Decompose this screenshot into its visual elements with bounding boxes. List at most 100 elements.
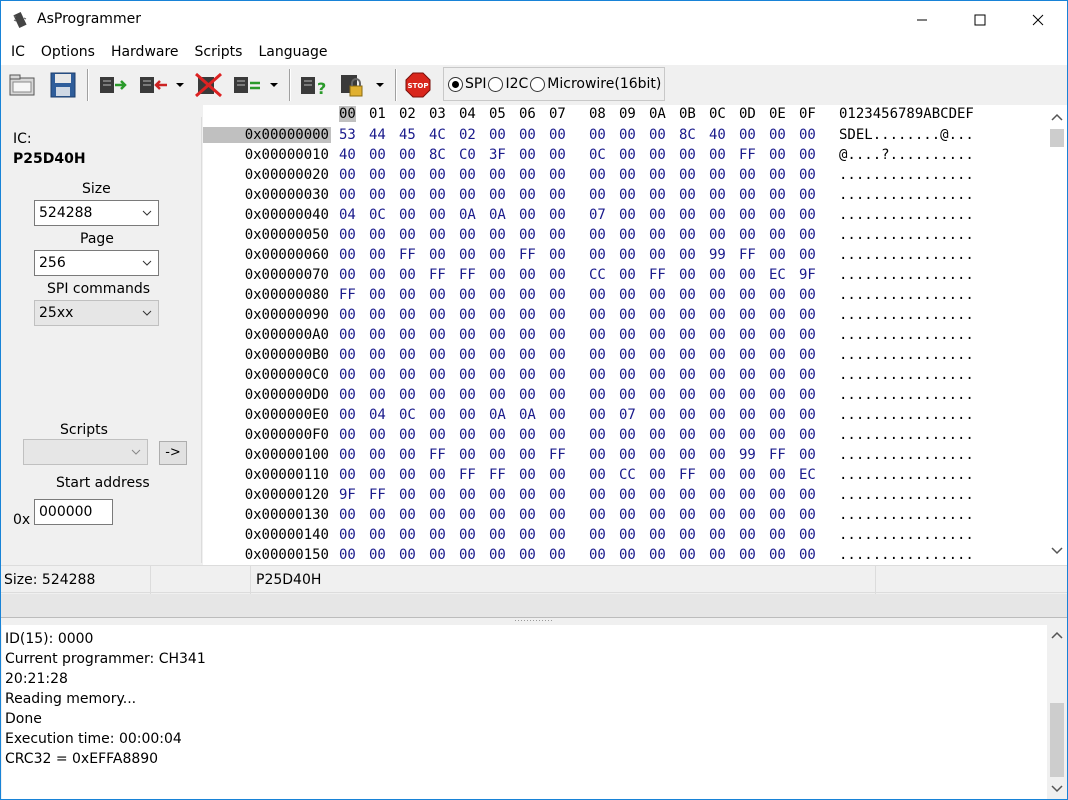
page-select[interactable]: 256	[34, 250, 159, 276]
menu-language[interactable]: Language	[250, 40, 335, 64]
ascii-cell[interactable]: ................	[839, 407, 974, 423]
hex-cell[interactable]: 00	[549, 507, 566, 523]
hex-cell[interactable]: 00	[399, 427, 416, 443]
hex-cell[interactable]: 00	[799, 387, 816, 403]
hex-cell[interactable]: 00	[369, 527, 386, 543]
hex-cell[interactable]: FF	[739, 147, 756, 163]
hex-cell[interactable]: 00	[709, 407, 726, 423]
hex-cell[interactable]: 00	[339, 547, 356, 563]
hex-cell[interactable]: 00	[399, 387, 416, 403]
hex-cell[interactable]: 00	[549, 547, 566, 563]
hex-cell[interactable]: 00	[339, 227, 356, 243]
hex-cell[interactable]: 00	[339, 507, 356, 523]
hex-cell[interactable]: 00	[769, 207, 786, 223]
ascii-cell[interactable]: ................	[839, 267, 974, 283]
hex-cell[interactable]: 00	[769, 127, 786, 143]
hex-cell[interactable]: FF	[769, 447, 786, 463]
radio-microwire[interactable]: Microwire(16bit)	[530, 76, 661, 92]
hex-cell[interactable]: 00	[429, 427, 446, 443]
hex-cell[interactable]: 00	[459, 227, 476, 243]
hex-cell[interactable]: 00	[589, 387, 606, 403]
hex-cell[interactable]: 00	[799, 447, 816, 463]
hex-cell[interactable]: 00	[549, 347, 566, 363]
spi-commands-select[interactable]: 25xx	[34, 300, 159, 326]
hex-cell[interactable]: 00	[489, 447, 506, 463]
hex-cell[interactable]: 00	[739, 127, 756, 143]
hex-cell[interactable]: 00	[399, 227, 416, 243]
ascii-cell[interactable]: ................	[839, 367, 974, 383]
hex-cell[interactable]: 3F	[489, 147, 506, 163]
hex-cell[interactable]: 00	[619, 267, 636, 283]
hex-cell[interactable]: 00	[679, 307, 696, 323]
hex-cell[interactable]: 00	[649, 387, 666, 403]
hex-cell[interactable]: 00	[429, 387, 446, 403]
hex-cell[interactable]: FF	[519, 247, 536, 263]
hex-cell[interactable]: 00	[709, 287, 726, 303]
hex-cell[interactable]: 00	[619, 367, 636, 383]
hex-cell[interactable]: 00	[549, 207, 566, 223]
ascii-cell[interactable]: ................	[839, 487, 974, 503]
hex-cell[interactable]: 00	[459, 547, 476, 563]
hex-cell[interactable]: 00	[679, 147, 696, 163]
hex-cell[interactable]: 00	[739, 527, 756, 543]
hex-cell[interactable]: 00	[459, 407, 476, 423]
hex-cell[interactable]: 00	[369, 147, 386, 163]
hex-cell[interactable]: 00	[739, 467, 756, 483]
hex-cell[interactable]: 00	[649, 447, 666, 463]
hex-cell[interactable]: 4C	[429, 127, 446, 143]
ascii-cell[interactable]: ................	[839, 427, 974, 443]
hex-cell[interactable]: 00	[489, 187, 506, 203]
hex-cell[interactable]: 00	[549, 247, 566, 263]
hex-cell[interactable]: 00	[649, 367, 666, 383]
hex-cell[interactable]: 00	[339, 447, 356, 463]
hex-cell[interactable]: 00	[679, 167, 696, 183]
hex-cell[interactable]: 00	[399, 307, 416, 323]
hex-cell[interactable]: 00	[679, 347, 696, 363]
hex-cell[interactable]: 00	[739, 507, 756, 523]
hex-cell[interactable]: 00	[399, 507, 416, 523]
hex-cell[interactable]: 00	[799, 247, 816, 263]
hex-cell[interactable]: 9F	[339, 487, 356, 503]
hex-cell[interactable]: 00	[369, 447, 386, 463]
hex-cell[interactable]: 00	[369, 227, 386, 243]
hex-cell[interactable]: 00	[619, 507, 636, 523]
ascii-cell[interactable]: ................	[839, 467, 974, 483]
hex-cell[interactable]: 00	[429, 247, 446, 263]
hex-cell[interactable]: 00	[619, 247, 636, 263]
hex-cell[interactable]: 00	[769, 287, 786, 303]
ascii-cell[interactable]: ................	[839, 327, 974, 343]
hex-cell[interactable]: FF	[429, 447, 446, 463]
hex-cell[interactable]: 00	[739, 267, 756, 283]
hex-cell[interactable]: 00	[369, 327, 386, 343]
hex-cell[interactable]: 00	[769, 167, 786, 183]
menu-ic[interactable]: IC	[3, 40, 33, 64]
ascii-cell[interactable]: ................	[839, 247, 974, 263]
hex-cell[interactable]: 00	[589, 227, 606, 243]
hex-cell[interactable]: 00	[619, 447, 636, 463]
ascii-cell[interactable]: ................	[839, 227, 974, 243]
hex-cell[interactable]: 00	[769, 507, 786, 523]
hex-cell[interactable]: 00	[799, 227, 816, 243]
hex-cell[interactable]: 00	[709, 447, 726, 463]
hex-cell[interactable]: 00	[769, 307, 786, 323]
hex-editor[interactable]: 00 01 02 03 04 05 06 07 08 09 0A 0B 0C 0D 0E 0F 01234567…	[203, 105, 1047, 565]
hex-cell[interactable]: 00	[519, 187, 536, 203]
hex-cell[interactable]: 53	[339, 127, 356, 143]
hex-cell[interactable]: 00	[679, 367, 696, 383]
hex-cell[interactable]: 9F	[799, 267, 816, 283]
hex-cell[interactable]: 00	[649, 207, 666, 223]
hex-cell[interactable]: 00	[739, 367, 756, 383]
ascii-cell[interactable]: @....?..........	[839, 147, 974, 163]
maximize-button[interactable]	[951, 1, 1009, 39]
hex-cell[interactable]: FF	[399, 247, 416, 263]
hex-cell[interactable]: 00	[709, 307, 726, 323]
ascii-cell[interactable]: ................	[839, 347, 974, 363]
hex-cell[interactable]: 00	[339, 307, 356, 323]
hex-cell[interactable]: 00	[369, 267, 386, 283]
hex-cell[interactable]: 00	[769, 547, 786, 563]
hex-cell[interactable]: 00	[709, 547, 726, 563]
hex-cell[interactable]: 00	[739, 287, 756, 303]
hex-cell[interactable]: 00	[649, 407, 666, 423]
hex-cell[interactable]: 00	[429, 507, 446, 523]
minimize-button[interactable]	[893, 1, 951, 39]
